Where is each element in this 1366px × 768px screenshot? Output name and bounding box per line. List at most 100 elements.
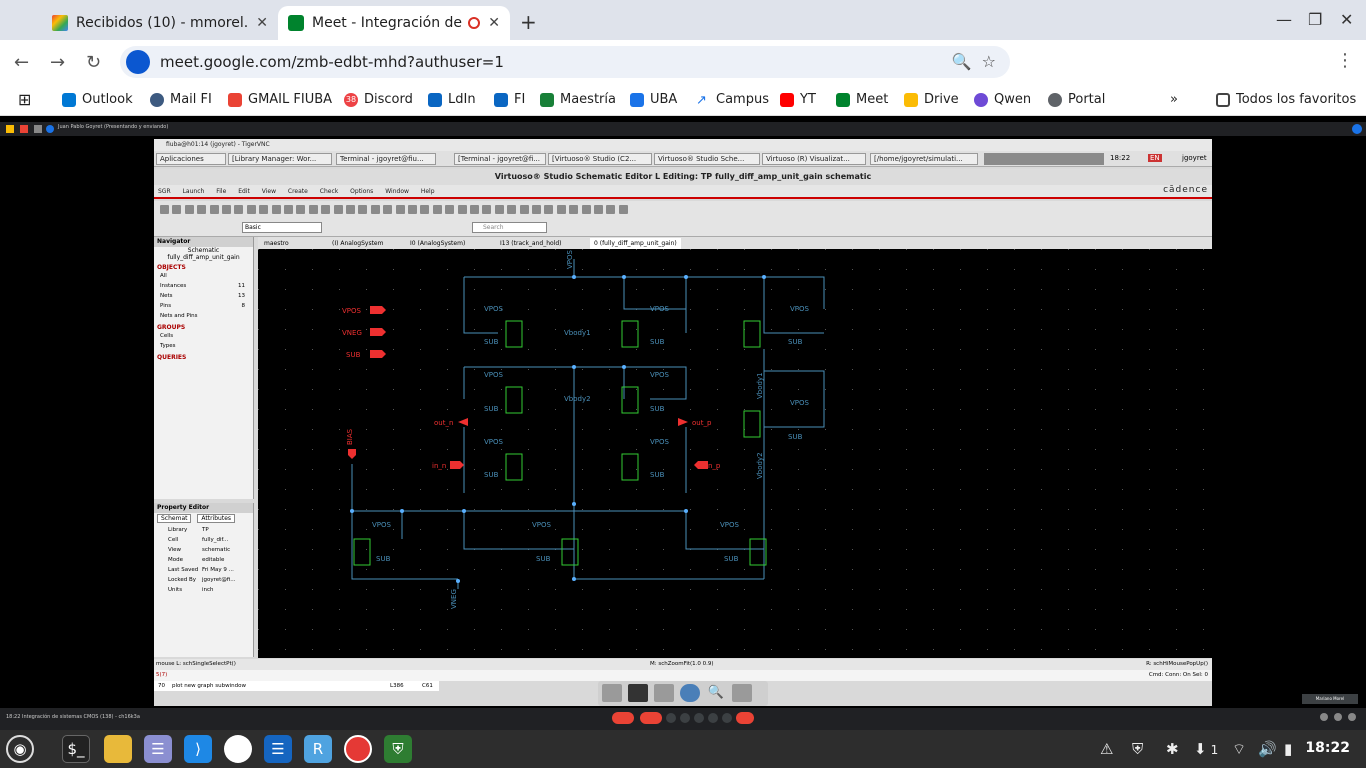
back-icon[interactable]: ← [14,52,29,73]
bookmark-gmail[interactable]: GMAIL FIUBA [228,92,332,107]
property-object-select[interactable]: Schemat [157,514,192,523]
mint-menu-icon[interactable]: ◉ [6,735,34,763]
property-attr-select[interactable]: Attributes [197,514,236,523]
bookmark-outlook[interactable]: Outlook [62,92,133,107]
toolbar-tool-icon[interactable] [358,205,368,214]
bookmark-campus[interactable]: ↗ Campus [696,92,769,108]
info-icon[interactable] [1320,713,1328,721]
menu-sgr[interactable]: SGR [158,188,171,195]
bookmark-drive[interactable]: Drive [904,92,959,107]
nav-row-all[interactable]: All [154,271,253,281]
terminal-icon[interactable]: $_ [62,735,90,763]
toolbar-tool-icon[interactable] [594,205,603,214]
search-icon[interactable]: 🔍 [706,684,726,702]
menu-check[interactable]: Check [320,188,338,195]
nav-row-cells[interactable]: Cells [154,331,253,341]
bookmark-youtube[interactable]: YT [780,92,816,107]
remote-apps-menu[interactable]: Aplicaciones [156,153,226,165]
toolbar-tool-icon[interactable] [408,205,417,214]
zoom-star-icons[interactable]: 🔍 ☆ [952,52,996,71]
all-bookmarks[interactable]: Todos los favoritos [1216,92,1356,107]
present-button[interactable] [694,713,704,723]
remote-task[interactable]: [Virtuoso® Studio (C2... [548,153,652,165]
toolbar-tool-icon[interactable] [234,205,244,214]
toolbar-tool-icon[interactable] [445,205,455,214]
reload-icon[interactable]: ↻ [86,52,101,73]
notifications-icon[interactable]: ⚠ [1100,740,1113,758]
volume-icon[interactable]: 🔊 [1258,740,1277,758]
remote-task[interactable]: Virtuoso (R) Visualizat... [762,153,866,165]
bookmark-linkedin[interactable]: LdIn [428,92,476,107]
schematic-canvas[interactable]: VPOS VNEG SUB out_n out_p in_n in_p BIAS… [258,249,1212,658]
menu-file[interactable]: File [216,188,226,195]
document-icon[interactable]: ☰ [264,735,292,763]
tab-fully-diff-amp[interactable]: 0 (fully_diff_amp_unit_gain) [590,238,681,249]
app-icon[interactable] [224,735,252,763]
queries-group[interactable]: QUERIES [154,354,253,361]
forward-icon[interactable]: → [50,52,65,73]
text-editor-icon[interactable]: ☰ [144,735,172,763]
files-icon[interactable] [654,684,674,702]
remote-task[interactable]: [/home/jgoyret/simulati... [870,153,978,165]
toolbar-tool-icon[interactable] [259,205,269,214]
toolbar-tool-icon[interactable] [532,205,541,214]
search-input[interactable]: Search [472,222,547,233]
bookmark-maestria[interactable]: Maestría [540,92,616,107]
chat-icon[interactable] [1348,713,1356,721]
remote-task[interactable]: [Library Manager: Wor... [228,153,332,165]
toolbar-tool-icon[interactable] [284,205,293,214]
shield-app-icon[interactable]: ⛨ [384,735,412,763]
toolbar-tool-icon[interactable] [333,205,343,214]
tab-maestro[interactable]: maestro [260,238,293,249]
toolbar-tool-icon[interactable] [432,205,442,214]
remote-task[interactable]: [Terminal - jgoyret@fi... [454,153,546,165]
nav-row-instances[interactable]: Instances 11 [154,281,253,291]
menu-edit[interactable]: Edit [238,188,250,195]
bookmark-portal[interactable]: Portal [1048,92,1105,107]
toolbar-tool-icon[interactable] [370,205,380,214]
close-icon[interactable]: ✕ [256,15,268,31]
toolbar-tool-icon[interactable] [246,205,256,214]
remote-task[interactable]: Terminal - jgoyret@fiu... [336,153,436,165]
bookmark-discord[interactable]: 38 Discord [344,92,413,107]
bookmark-fi[interactable]: FI [494,92,525,107]
toolbar-tool-icon[interactable] [457,205,467,214]
toolbar-tool-icon[interactable] [606,205,616,214]
toolbar-tool-icon[interactable] [271,205,281,214]
terminal-icon[interactable] [628,684,648,702]
minimize-icon[interactable]: — [1276,10,1292,29]
toolbar-tool-icon[interactable] [569,205,579,214]
language-indicator[interactable]: EN [1148,154,1162,162]
folder-icon[interactable] [602,684,622,702]
browser-icon[interactable] [680,684,700,702]
toolbar-tool-icon[interactable] [470,205,479,214]
toolbar-tool-icon[interactable] [544,205,554,214]
captions-button[interactable] [666,713,676,723]
nav-row-pins[interactable]: Pins 8 [154,301,253,311]
remote-task[interactable]: Virtuoso® Studio Sche... [654,153,760,165]
bluetooth-icon[interactable]: ✱ [1166,740,1179,758]
toolbar-tool-icon[interactable] [420,205,430,214]
toolbar-tool-icon[interactable] [296,205,306,214]
menu-window[interactable]: Window [385,188,409,195]
schematic-drawing[interactable]: VPOS VNEG SUB out_n out_p in_n in_p BIAS… [258,249,1212,658]
files-icon[interactable] [104,735,132,763]
self-tile[interactable]: Mariano Morel [1302,694,1358,704]
toolbar-tool-icon[interactable] [209,205,219,214]
toolbar-tool-icon[interactable] [222,205,231,214]
site-info-icon[interactable] [126,50,150,74]
notification-count[interactable]: ⬇ 1 [1194,740,1218,758]
toolbar-tool-icon[interactable] [160,205,169,214]
wifi-icon[interactable]: ⌔ [1232,740,1246,759]
toolbar-tool-icon[interactable] [197,205,207,214]
toolbar-tool-icon[interactable] [321,205,331,214]
toolbar-tool-icon[interactable] [494,205,504,214]
toolbar-tool-icon[interactable] [519,205,529,214]
cli-line[interactable]: 70 plot new graph subwindow L386 C61 [154,681,439,691]
bookmark-mail-fi[interactable]: Mail FI [150,92,212,107]
hand-button[interactable] [708,713,718,723]
workspace-select[interactable]: Basic [242,222,322,233]
toolbar-tool-icon[interactable] [346,205,355,214]
maximize-icon[interactable]: ❐ [1308,10,1322,29]
nav-row-nets[interactable]: Nets 13 [154,291,253,301]
